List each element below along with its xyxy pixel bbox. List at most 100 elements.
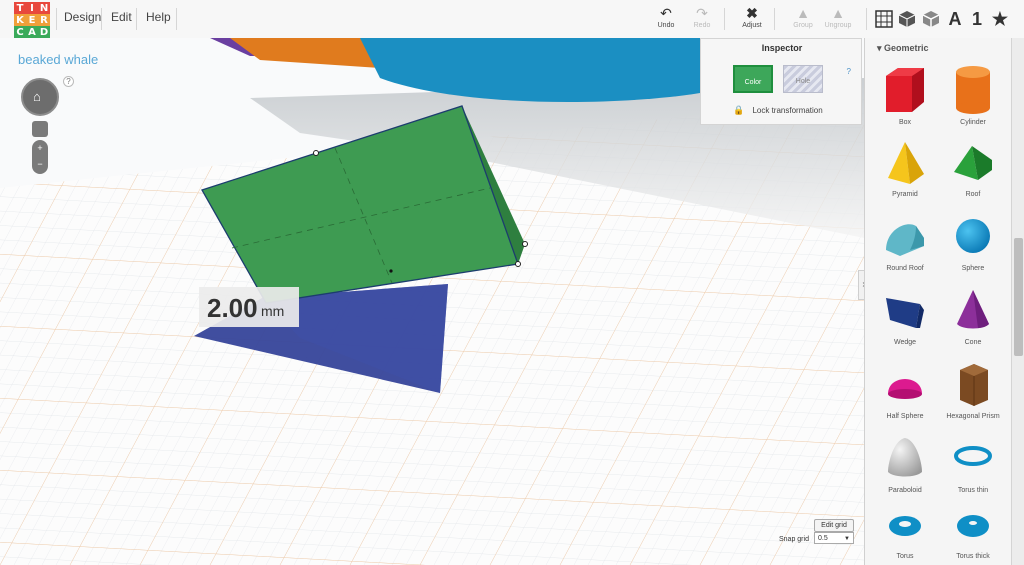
shape-label: Roof bbox=[965, 191, 981, 198]
cone-icon bbox=[957, 290, 989, 329]
adjust-icon: ✖ bbox=[746, 5, 758, 21]
logo-letter: D bbox=[38, 26, 50, 38]
shape-label: Torus thick bbox=[956, 553, 990, 560]
adjust-label: Adjust bbox=[742, 22, 762, 29]
zoom-in-icon[interactable]: + bbox=[32, 140, 48, 156]
wireframe-cube-icon[interactable] bbox=[920, 8, 942, 30]
logo-letter: R bbox=[38, 14, 50, 26]
cylinder-icon bbox=[956, 66, 990, 114]
shape-wedge[interactable]: Wedge bbox=[870, 286, 940, 346]
lock-icon: 🔒 bbox=[733, 105, 745, 115]
shape-sphere[interactable]: Sphere bbox=[938, 212, 1008, 272]
top-toolbar: T I N K E R C A D Design Edit Help ↶ Und… bbox=[0, 0, 1024, 39]
undo-button[interactable]: ↶ Undo bbox=[646, 4, 686, 29]
letter-a-icon[interactable]: A bbox=[944, 8, 966, 30]
shape-label: Half Sphere bbox=[886, 413, 924, 420]
fit-view-button[interactable] bbox=[32, 121, 48, 137]
shape-cylinder[interactable]: Cylinder bbox=[938, 64, 1008, 126]
menu-design[interactable]: Design bbox=[64, 10, 101, 24]
logo-letter: I bbox=[26, 2, 38, 14]
shape-label: Box bbox=[898, 119, 912, 126]
torus-thick-icon bbox=[957, 515, 989, 537]
redo-icon: ↷ bbox=[696, 5, 708, 21]
lock-label: Lock transformation bbox=[752, 106, 823, 115]
logo-letter: N bbox=[38, 2, 50, 14]
hexagonal-prism-icon bbox=[960, 364, 988, 406]
shapes-sidebar: ▾ Geometric Box Cylinder Pyramid Roof Ro… bbox=[864, 38, 1012, 565]
shape-box[interactable]: Box bbox=[870, 64, 940, 126]
pyramid-icon bbox=[888, 142, 924, 184]
shape-label: Paraboloid bbox=[888, 487, 922, 494]
redo-button[interactable]: ↷ Redo bbox=[682, 4, 722, 29]
group-button[interactable]: ▲ Group bbox=[783, 4, 823, 29]
dimension-unit: mm bbox=[261, 303, 285, 319]
scrollbar-thumb[interactable] bbox=[1014, 238, 1023, 356]
box-icon bbox=[886, 68, 924, 112]
number-one-icon[interactable]: 1 bbox=[966, 8, 988, 30]
zoom-control[interactable]: + − bbox=[32, 140, 48, 174]
toolbar-divider bbox=[774, 8, 775, 30]
shape-paraboloid[interactable]: Paraboloid bbox=[870, 434, 940, 494]
ungroup-label: Ungroup bbox=[824, 22, 852, 29]
shape-cone[interactable]: Cone bbox=[938, 286, 1008, 346]
color-button[interactable]: Color bbox=[733, 65, 773, 93]
help-icon[interactable]: ? bbox=[63, 76, 74, 87]
torus-icon bbox=[889, 516, 921, 536]
snap-grid-value: 0.5 bbox=[818, 535, 828, 542]
group-icon: ▲ bbox=[796, 5, 810, 21]
toolbar-divider bbox=[724, 8, 725, 30]
shape-label: Sphere bbox=[961, 265, 985, 272]
shape-half-sphere[interactable]: Half Sphere bbox=[870, 360, 940, 420]
menu-divider bbox=[56, 8, 57, 30]
wedge-icon bbox=[886, 298, 924, 328]
shape-torus-thin[interactable]: Torus thin bbox=[938, 434, 1008, 494]
shape-hexagonal-prism[interactable]: Hexagonal Prism bbox=[938, 360, 1008, 420]
project-name[interactable]: beaked whale bbox=[18, 52, 98, 67]
dimension-value[interactable]: 2.00 bbox=[207, 293, 258, 324]
solid-cube-icon[interactable] bbox=[896, 8, 918, 30]
shape-label: Round Roof bbox=[886, 265, 924, 272]
shape-torus-thick[interactable]: Torus thick bbox=[938, 506, 1008, 560]
menu-help[interactable]: Help bbox=[146, 10, 171, 24]
undo-icon: ↶ bbox=[660, 5, 672, 21]
shape-pyramid[interactable]: Pyramid bbox=[870, 138, 940, 198]
navigation-wheel[interactable]: ⌂ bbox=[21, 78, 59, 116]
menu-divider bbox=[136, 8, 137, 30]
home-icon[interactable]: ⌂ bbox=[33, 89, 41, 104]
snap-grid-label: Snap grid bbox=[779, 536, 809, 543]
snap-grid-select[interactable]: 0.5 ▼ bbox=[814, 532, 854, 544]
edit-grid-button[interactable]: Edit grid bbox=[814, 519, 854, 532]
menu-divider bbox=[101, 8, 102, 30]
shape-label: Hexagonal Prism bbox=[946, 413, 1000, 420]
adjust-button[interactable]: ✖ Adjust bbox=[732, 4, 772, 29]
shape-label: Torus thin bbox=[957, 487, 989, 494]
dimension-input[interactable]: 2.00 mm bbox=[199, 287, 299, 327]
ungroup-button[interactable]: ▲ Ungroup bbox=[818, 4, 858, 29]
inspector-help-icon[interactable]: ? bbox=[847, 67, 851, 76]
menu-divider bbox=[176, 8, 177, 30]
undo-label: Undo bbox=[657, 22, 675, 29]
logo-letter: T bbox=[14, 2, 26, 14]
lock-transformation-toggle[interactable]: 🔒 Lock transformation bbox=[733, 105, 823, 116]
logo-letter: A bbox=[26, 26, 38, 38]
zoom-out-icon[interactable]: − bbox=[32, 156, 48, 172]
shape-roof[interactable]: Roof bbox=[938, 138, 1008, 198]
sidebar-scrollbar[interactable] bbox=[1011, 38, 1024, 565]
tinkercad-logo[interactable]: T I N K E R C A D bbox=[14, 2, 50, 38]
menu-edit[interactable]: Edit bbox=[111, 10, 132, 24]
shape-label: Wedge bbox=[893, 339, 917, 346]
paraboloid-icon bbox=[888, 438, 922, 477]
sphere-icon bbox=[956, 219, 990, 253]
roof-icon bbox=[954, 146, 992, 180]
star-icon[interactable]: ★ bbox=[989, 8, 1011, 30]
logo-letter: K bbox=[14, 14, 26, 26]
grid-view-icon[interactable] bbox=[873, 8, 895, 30]
inspector-panel: Inspector Color Hole ? 🔒 Lock transforma… bbox=[700, 38, 862, 125]
logo-letter: C bbox=[14, 26, 26, 38]
sidebar-section-geometric[interactable]: ▾ Geometric bbox=[877, 43, 929, 54]
ungroup-icon: ▲ bbox=[831, 5, 845, 21]
shape-label: Torus bbox=[896, 553, 914, 560]
hole-button[interactable]: Hole bbox=[783, 65, 823, 93]
shape-torus[interactable]: Torus bbox=[870, 506, 940, 560]
shape-round-roof[interactable]: Round Roof bbox=[870, 212, 940, 272]
